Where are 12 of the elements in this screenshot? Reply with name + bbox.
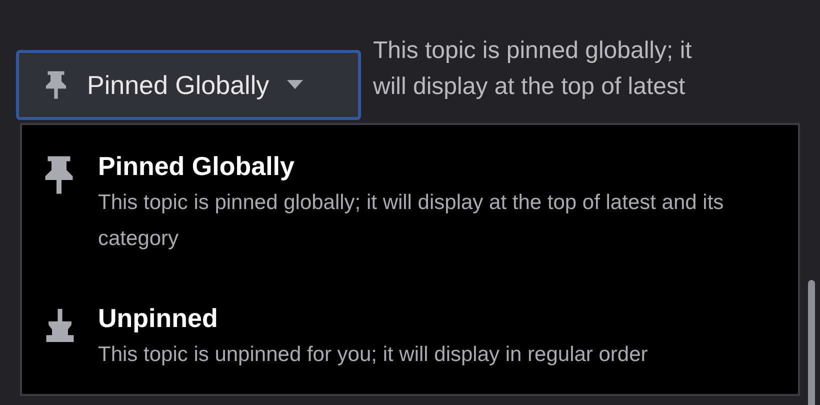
option-description: This topic is unpinned for you; it will display in regular order — [98, 342, 649, 368]
topic-pin-dropdown[interactable]: Pinned Globally — [16, 50, 361, 120]
menu-option[interactable]: Unpinned This topic is unpinned for you; it will display in regular order — [22, 301, 798, 373]
option-title: Unpinned — [98, 302, 219, 335]
option-title: Pinned Globally — [98, 150, 296, 183]
menu-option[interactable]: Pinned Globally This topic is pinned globally; it will display at the top of latest and its category — [22, 149, 798, 257]
pin-icon — [45, 70, 67, 100]
unpin-icon — [44, 307, 76, 345]
status-description: This topic is pinned globally; it will display at the top of latest — [373, 36, 693, 102]
option-description: This topic is pinned globally; it will display at the top of latest and its category — [98, 190, 725, 252]
pin-icon — [44, 155, 74, 195]
caret-icon — [287, 80, 304, 90]
